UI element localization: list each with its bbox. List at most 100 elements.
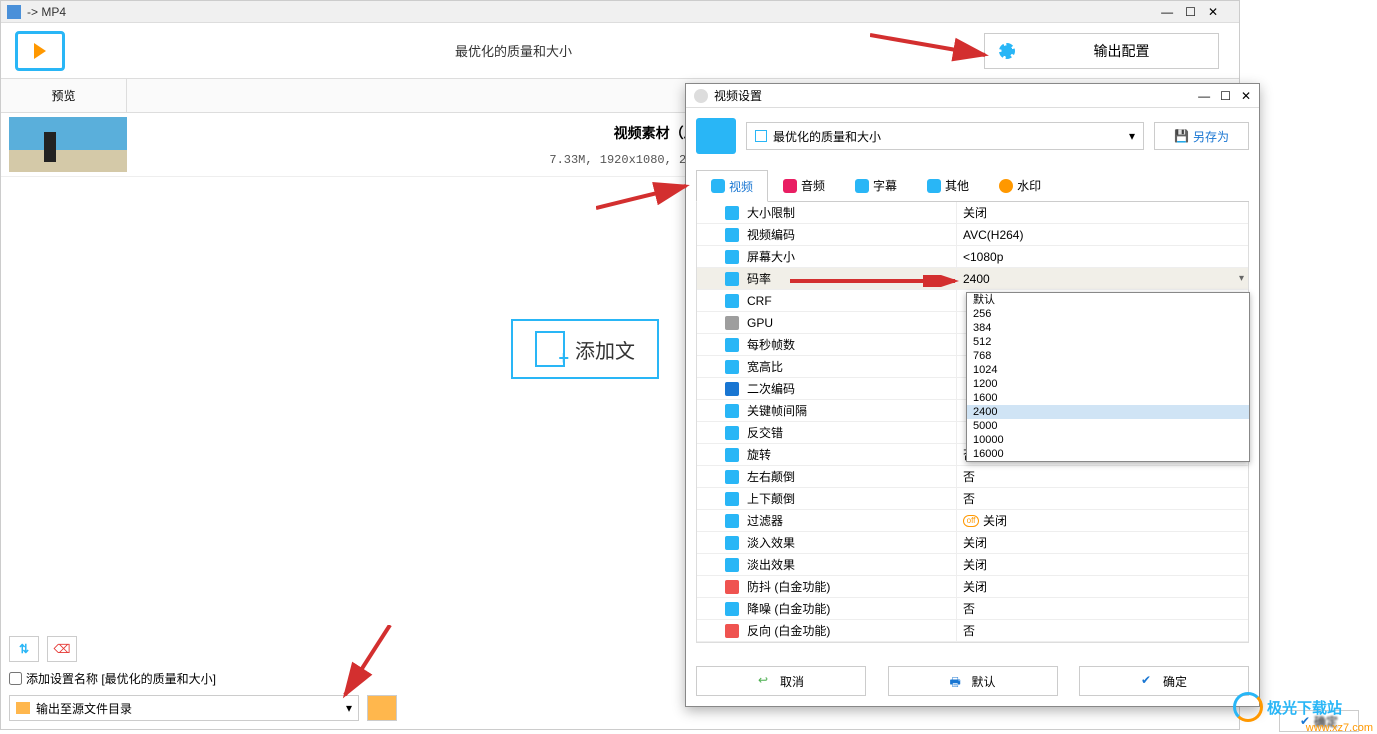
dropdown-option[interactable]: 默认 xyxy=(967,293,1249,307)
tab-watermark[interactable]: 水印 xyxy=(984,170,1056,201)
setting-row[interactable]: 淡入效果关闭 xyxy=(697,532,1248,554)
dropdown-option[interactable]: 256 xyxy=(967,307,1249,321)
merge-icon[interactable]: ⇅ xyxy=(9,636,39,662)
dropdown-option[interactable]: 5000 xyxy=(967,419,1249,433)
setting-value-cell[interactable]: 否 xyxy=(957,620,1248,641)
setting-icon xyxy=(725,602,739,616)
setting-label-text: 左右颠倒 xyxy=(747,468,795,485)
setting-icon xyxy=(725,272,739,286)
setting-row[interactable]: 过滤器 off 关闭 xyxy=(697,510,1248,532)
setting-label-cell: 防抖 (白金功能) xyxy=(697,576,957,597)
dropdown-option[interactable]: 768 xyxy=(967,349,1249,363)
cancel-button[interactable]: ↩取消 xyxy=(696,666,866,696)
logo-icon xyxy=(15,31,65,71)
bitrate-dropdown[interactable]: 默认25638451276810241200160024005000100001… xyxy=(966,292,1250,462)
setting-row[interactable]: 反向 (白金功能)否 xyxy=(697,620,1248,642)
setting-value-text: 关闭 xyxy=(983,512,1007,529)
dropdown-option[interactable]: 1024 xyxy=(967,363,1249,377)
dialog-minimize-icon[interactable]: — xyxy=(1198,89,1210,103)
setting-row[interactable]: 左右颠倒 否 xyxy=(697,466,1248,488)
setting-row[interactable]: 防抖 (白金功能)关闭 xyxy=(697,576,1248,598)
browse-folder-button[interactable] xyxy=(367,695,397,721)
save-as-label: 另存为 xyxy=(1193,128,1229,145)
chevron-down-icon: ▾ xyxy=(1239,273,1244,284)
setting-value-text: AVC(H264) xyxy=(963,228,1023,242)
setting-row[interactable]: 大小限制关闭 xyxy=(697,202,1248,224)
preset-icon xyxy=(696,118,736,154)
tab-video[interactable]: 视频 xyxy=(696,170,768,202)
default-button[interactable]: 🖶默认 xyxy=(888,666,1058,696)
dropdown-option[interactable]: 2400 xyxy=(967,405,1249,419)
close-icon[interactable]: ✕ xyxy=(1208,5,1218,19)
ok-label: 确定 xyxy=(1163,673,1187,690)
setting-row[interactable]: 屏幕大小<1080p xyxy=(697,246,1248,268)
minimize-icon[interactable]: — xyxy=(1161,5,1173,19)
main-titlebar: -> MP4 — ☐ ✕ xyxy=(1,1,1239,23)
maximize-icon[interactable]: ☐ xyxy=(1185,5,1196,19)
watermark-name: 极光下载站 xyxy=(1267,697,1342,718)
setting-value-cell[interactable]: <1080p xyxy=(957,246,1248,267)
add-file-button[interactable]: 添加文 xyxy=(511,319,659,379)
setting-value-text: 否 xyxy=(963,600,975,617)
save-as-button[interactable]: 💾 另存为 xyxy=(1154,122,1249,150)
tab-watermark-label: 水印 xyxy=(1017,177,1041,194)
ok-button[interactable]: ✔确定 xyxy=(1079,666,1249,696)
setting-value-cell[interactable]: 否 xyxy=(957,488,1248,509)
setting-label-text: 淡出效果 xyxy=(747,556,795,573)
tab-other-label: 其他 xyxy=(945,177,969,194)
setting-value-cell[interactable]: 关闭 xyxy=(957,576,1248,597)
setting-icon xyxy=(725,228,739,242)
preview-tab[interactable]: 预览 xyxy=(1,79,127,112)
setting-row[interactable]: 淡出效果 关闭 xyxy=(697,554,1248,576)
remove-icon[interactable]: ⌫ xyxy=(47,636,77,662)
tab-audio[interactable]: 音频 xyxy=(768,170,840,201)
setting-icon xyxy=(725,294,739,308)
quality-label: 最优化的质量和大小 xyxy=(455,41,572,60)
dropdown-option[interactable]: 16000 xyxy=(967,447,1249,461)
watermark-url: www.xz7.com xyxy=(1233,722,1373,734)
dropdown-option[interactable]: 1200 xyxy=(967,377,1249,391)
add-preset-name-checkbox[interactable] xyxy=(9,672,22,685)
output-directory-select[interactable]: 输出至源文件目录 ▾ xyxy=(9,695,359,721)
setting-value-cell[interactable]: 关闭 xyxy=(957,202,1248,223)
setting-label-cell: 每秒帧数 xyxy=(697,334,957,355)
setting-value-cell[interactable]: off 关闭 xyxy=(957,510,1248,531)
off-icon: off xyxy=(963,515,979,527)
dropdown-option[interactable]: 1600 xyxy=(967,391,1249,405)
setting-row[interactable]: 码率2400▾ xyxy=(697,268,1248,290)
setting-value-cell[interactable]: 关闭 xyxy=(957,554,1248,575)
setting-label-text: 每秒帧数 xyxy=(747,336,795,353)
setting-value-cell[interactable]: 否 xyxy=(957,598,1248,619)
setting-value-text: 否 xyxy=(963,622,975,639)
output-directory-label: 输出至源文件目录 xyxy=(36,700,132,717)
setting-value-cell[interactable]: 2400▾ xyxy=(957,268,1248,289)
chevron-down-icon: ▾ xyxy=(346,701,352,715)
setting-row[interactable]: 上下颠倒否 xyxy=(697,488,1248,510)
watermark-logo-icon xyxy=(1233,692,1263,722)
dropdown-option[interactable]: 10000 xyxy=(967,433,1249,447)
dialog-close-icon[interactable]: ✕ xyxy=(1241,89,1251,103)
setting-value-cell[interactable]: 关闭 xyxy=(957,532,1248,553)
dialog-preset-row: 最优化的质量和大小 ▾ 💾 另存为 xyxy=(686,108,1259,164)
setting-label-cell: 反交错 xyxy=(697,422,957,443)
setting-row[interactable]: 视频编码AVC(H264) xyxy=(697,224,1248,246)
setting-row[interactable]: 降噪 (白金功能)否 xyxy=(697,598,1248,620)
tab-other[interactable]: 其他 xyxy=(912,170,984,201)
dropdown-option[interactable]: 512 xyxy=(967,335,1249,349)
output-config-button[interactable]: 输出配置 xyxy=(984,33,1219,69)
setting-icon xyxy=(725,536,739,550)
tab-subtitle[interactable]: 字幕 xyxy=(840,170,912,201)
setting-value-cell[interactable]: AVC(H264) xyxy=(957,224,1248,245)
setting-label-text: 宽高比 xyxy=(747,358,783,375)
dropdown-option[interactable]: 384 xyxy=(967,321,1249,335)
subtitle-tab-icon xyxy=(855,179,869,193)
folder-icon xyxy=(16,702,30,714)
setting-value-cell[interactable]: 否 xyxy=(957,466,1248,487)
preset-select[interactable]: 最优化的质量和大小 ▾ xyxy=(746,122,1144,150)
add-file-label: 添加文 xyxy=(575,335,635,364)
setting-label-text: 过滤器 xyxy=(747,512,783,529)
output-config-label: 输出配置 xyxy=(1025,41,1218,61)
top-toolbar: 最优化的质量和大小 输出配置 xyxy=(1,23,1239,78)
video-tab-icon xyxy=(711,179,725,193)
dialog-maximize-icon[interactable]: ☐ xyxy=(1220,89,1231,103)
